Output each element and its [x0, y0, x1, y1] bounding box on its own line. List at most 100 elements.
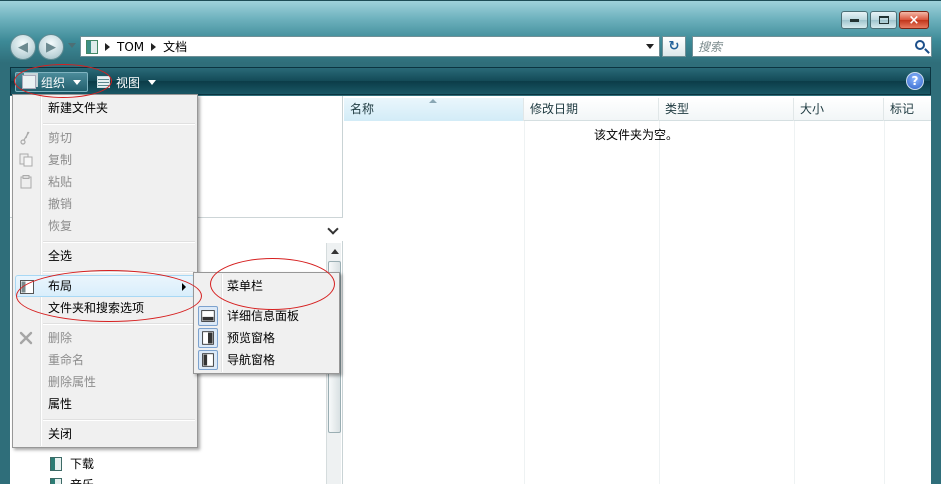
column-headers: 名称 修改日期 类型 大小 标记	[344, 98, 931, 121]
maximize-icon	[878, 16, 889, 24]
submenu-arrow-icon	[182, 283, 186, 291]
maximize-button[interactable]	[870, 11, 897, 29]
breadcrumb-arrow-icon[interactable]	[105, 42, 110, 51]
menu-item-new-folder[interactable]: 新建文件夹	[15, 97, 195, 119]
menu-item-label: 删除	[48, 331, 73, 345]
organize-icon	[22, 75, 36, 89]
sort-ascending-icon	[429, 99, 437, 103]
search-placeholder: 搜索	[698, 40, 723, 54]
search-icon[interactable]	[915, 40, 925, 50]
menu-item-close[interactable]: 关闭	[15, 423, 195, 445]
breadcrumb-tom[interactable]: TOM	[117, 40, 144, 54]
menu-separator	[43, 419, 195, 421]
submenu-item-navigation-pane[interactable]: 导航窗格	[196, 349, 337, 371]
minimize-button[interactable]	[841, 11, 868, 29]
submenu-item-menu-bar[interactable]: 菜单栏	[196, 275, 337, 297]
folder-icon	[50, 477, 62, 484]
menu-item-label: 粘贴	[48, 175, 73, 189]
scissors-icon	[20, 131, 30, 145]
delete-x-icon	[19, 331, 33, 345]
menu-item-properties[interactable]: 属性	[15, 393, 195, 415]
caption-buttons: ×	[841, 11, 929, 29]
submenu-item-preview-pane[interactable]: 预览窗格	[196, 327, 337, 349]
refresh-icon: ↻	[668, 39, 680, 54]
forward-arrow-icon: ▶	[46, 39, 56, 55]
submenu-item-label: 导航窗格	[227, 353, 276, 367]
menu-separator	[43, 241, 195, 243]
column-header-label: 名称	[350, 102, 375, 116]
column-header-name[interactable]: 名称	[344, 98, 524, 121]
tree-item-music[interactable]: 音乐	[50, 476, 94, 484]
breadcrumb-arrow-icon[interactable]	[151, 42, 157, 51]
minimize-icon	[850, 18, 859, 22]
preview-pane-icon	[198, 328, 218, 348]
navigation-pane-icon	[198, 350, 218, 370]
column-header-label: 大小	[800, 102, 825, 116]
column-header-label: 类型	[665, 102, 690, 116]
navigation-bar: ◀ ▶ TOM 文档 ↻ 搜索	[10, 34, 932, 60]
help-button[interactable]: ?	[906, 72, 924, 90]
organize-menu: 新建文件夹 剪切 复制 粘贴 撤销 恢复 全选 布局 文件夹和搜索选项 删除 重…	[12, 94, 198, 448]
column-header-label: 修改日期	[530, 102, 579, 116]
organize-label: 组织	[41, 75, 66, 90]
chevron-down-icon[interactable]	[327, 223, 339, 235]
paste-icon	[20, 175, 32, 189]
breadcrumb-documents[interactable]: 文档	[163, 38, 187, 55]
menu-item-paste[interactable]: 粘贴	[15, 171, 195, 193]
search-input[interactable]: 搜索	[692, 36, 932, 57]
forward-button[interactable]: ▶	[38, 34, 64, 60]
menu-item-delete[interactable]: 删除	[15, 327, 195, 349]
submenu-item-details-pane[interactable]: 详细信息面板	[196, 305, 337, 327]
column-header-label: 标记	[890, 102, 915, 116]
close-button[interactable]: ×	[899, 11, 929, 29]
column-header-size[interactable]: 大小	[794, 98, 884, 121]
menu-item-copy[interactable]: 复制	[15, 149, 195, 171]
menu-item-label: 剪切	[48, 131, 73, 145]
back-arrow-icon: ◀	[18, 39, 28, 55]
column-divider	[794, 121, 795, 484]
menu-item-folder-search-options[interactable]: 文件夹和搜索选项	[15, 297, 195, 319]
column-header-tags[interactable]: 标记	[884, 98, 931, 121]
column-header-date-modified[interactable]: 修改日期	[524, 98, 659, 121]
views-label: 视图	[116, 75, 141, 90]
folder-icon	[50, 456, 62, 471]
views-icon	[97, 76, 110, 88]
menu-item-rename[interactable]: 重命名	[15, 349, 195, 371]
menu-item-remove-properties[interactable]: 删除属性	[15, 371, 195, 393]
views-button[interactable]: 视图	[91, 72, 162, 92]
tree-item-label: 音乐	[70, 476, 94, 484]
menu-item-redo[interactable]: 恢复	[15, 215, 195, 237]
chevron-down-icon	[148, 79, 157, 85]
details-pane-icon	[198, 306, 218, 326]
command-toolbar: 组织 视图 ?	[10, 67, 931, 95]
scroll-up-icon[interactable]	[327, 243, 342, 259]
menu-item-cut[interactable]: 剪切	[15, 127, 195, 149]
copy-icon	[19, 153, 33, 167]
chevron-down-icon	[73, 79, 82, 85]
column-header-type[interactable]: 类型	[659, 98, 794, 121]
menu-separator	[43, 123, 195, 125]
menu-separator	[43, 271, 195, 273]
layout-submenu: 菜单栏 详细信息面板 预览窗格 导航窗格	[193, 272, 340, 374]
column-divider	[884, 121, 885, 484]
refresh-button[interactable]: ↻	[662, 36, 686, 57]
close-icon: ×	[908, 12, 920, 28]
recent-pages-dropdown[interactable]	[68, 43, 76, 48]
tree-item-label: 下载	[70, 457, 95, 471]
layout-icon	[20, 280, 34, 294]
menu-item-select-all[interactable]: 全选	[15, 245, 195, 267]
menu-item-label: 复制	[48, 153, 73, 167]
tree-item-downloads[interactable]: 下载	[50, 455, 94, 472]
column-divider	[524, 121, 525, 484]
menu-item-layout[interactable]: 布局	[15, 275, 195, 297]
organize-button[interactable]: 组织	[15, 72, 89, 92]
address-bar[interactable]: TOM 文档	[80, 36, 660, 57]
submenu-item-label: 详细信息面板	[227, 309, 300, 323]
back-button[interactable]: ◀	[10, 34, 36, 60]
folder-icon	[86, 39, 98, 54]
help-icon: ?	[911, 74, 919, 88]
address-dropdown-icon[interactable]	[646, 44, 654, 49]
file-list-pane[interactable]: 名称 修改日期 类型 大小 标记 该文件夹为空。	[344, 96, 931, 484]
menu-item-undo[interactable]: 撤销	[15, 193, 195, 215]
submenu-item-label: 预览窗格	[227, 331, 276, 345]
